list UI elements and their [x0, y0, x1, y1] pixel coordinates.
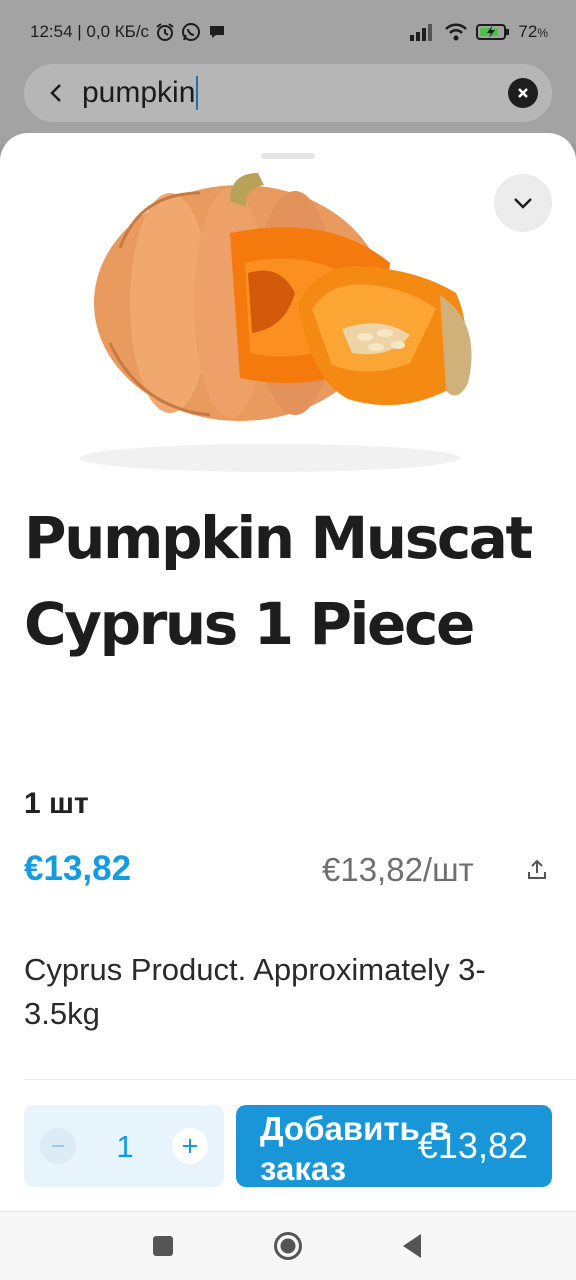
collapse-button[interactable]	[494, 174, 552, 232]
status-right: 72%	[410, 22, 548, 42]
product-description: Cyprus Product. Approximately 3-3.5kg	[24, 952, 486, 1031]
search-bar: pumpkin	[24, 64, 552, 122]
search-query: pumpkin	[82, 76, 196, 109]
add-to-order-price: €13,82	[417, 1125, 528, 1166]
battery-level: 72%	[518, 22, 548, 41]
battery-icon	[476, 24, 510, 40]
system-back-button[interactable]	[394, 1228, 430, 1264]
plus-icon	[183, 1139, 197, 1153]
product-unit-price: €13,82/шт	[322, 851, 474, 888]
chevron-down-icon	[514, 198, 532, 209]
signal-icon	[410, 24, 433, 41]
product-sheet: Pumpkin Muscat Cyprus 1 Piece 1 шт €13,8…	[0, 133, 576, 1213]
product-image	[80, 173, 472, 472]
system-nav-bar	[0, 1211, 576, 1280]
divider	[24, 1079, 576, 1080]
product-unit: 1 шт	[24, 787, 89, 820]
add-to-order-button[interactable]: Добавить в заказ €13,82	[236, 1105, 552, 1187]
square-icon	[153, 1236, 173, 1256]
minus-icon	[52, 1145, 64, 1147]
status-left: 12:54 | 0,0 КБ/с	[30, 22, 227, 42]
wifi-icon	[445, 23, 468, 41]
quantity-stepper: 1	[24, 1105, 224, 1187]
status-time: 12:54 | 0,0 КБ/с	[30, 22, 150, 41]
chat-icon	[210, 26, 225, 38]
triangle-back-icon	[403, 1234, 421, 1258]
chevron-left-icon	[50, 84, 61, 102]
share-button[interactable]	[522, 855, 552, 885]
product-title: Pumpkin Muscat Cyprus 1 Piece	[24, 504, 533, 658]
product-price: €13,82	[24, 849, 132, 888]
search-area: pumpkin	[0, 64, 576, 144]
share-icon	[528, 859, 546, 879]
whatsapp-icon	[182, 23, 201, 41]
quantity-value: 1	[116, 1129, 134, 1164]
recent-apps-button[interactable]	[145, 1228, 181, 1264]
text-caret	[196, 76, 199, 110]
status-bar: 12:54 | 0,0 КБ/с 72%	[0, 0, 576, 64]
search-input[interactable]: pumpkin	[82, 72, 482, 114]
home-button[interactable]	[270, 1228, 306, 1264]
increase-button[interactable]	[172, 1128, 208, 1164]
close-icon	[518, 88, 528, 98]
clear-search-button[interactable]	[508, 78, 538, 108]
back-button[interactable]	[38, 75, 74, 111]
decrease-button[interactable]	[40, 1128, 76, 1164]
alarm-icon	[156, 23, 174, 41]
circle-icon	[274, 1232, 302, 1260]
